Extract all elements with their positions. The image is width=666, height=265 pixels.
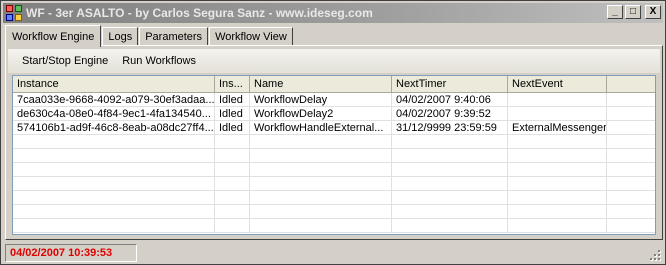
empty-row — [13, 205, 655, 219]
tab-parameters[interactable]: Parameters — [139, 27, 209, 46]
empty-row — [13, 191, 655, 205]
cell-next-timer: 31/12/9999 23:59:59 — [392, 121, 508, 134]
cell-next-event: ExternalMessenger — [508, 121, 607, 134]
column-header-filler — [607, 76, 655, 92]
tab-workflow-engine[interactable]: Workflow Engine — [5, 25, 102, 47]
cell-instance: 574106b1-ad9f-46c8-8eab-a08dc27ff4... — [13, 121, 215, 134]
cell-next-timer: 04/02/2007 9:39:52 — [392, 107, 508, 120]
start-stop-engine-button[interactable]: Start/Stop Engine — [15, 49, 115, 73]
run-workflows-button[interactable]: Run Workflows — [115, 49, 203, 73]
cell-status: Idled — [215, 121, 250, 134]
tab-logs[interactable]: Logs — [102, 27, 139, 46]
empty-row — [13, 149, 655, 163]
table-row[interactable]: 574106b1-ad9f-46c8-8eab-a08dc27ff4... Id… — [13, 121, 655, 135]
column-header-status[interactable]: Ins... — [215, 76, 250, 92]
column-header-name[interactable]: Name — [250, 76, 392, 92]
cell-status: Idled — [215, 93, 250, 106]
close-button[interactable]: X — [645, 5, 661, 19]
cell-name: WorkflowHandleExternal... — [250, 121, 392, 134]
title-bar[interactable]: WF - 3er ASALTO - by Carlos Segura Sanz … — [3, 3, 663, 23]
workflow-instances-grid[interactable]: Instance Ins... Name NextTimer NextEvent… — [12, 75, 656, 235]
cell-name: WorkflowDelay — [250, 93, 392, 106]
cell-status: Idled — [215, 107, 250, 120]
cell-next-event — [508, 107, 607, 120]
app-icon[interactable] — [6, 5, 22, 21]
maximize-button[interactable]: □ — [625, 5, 641, 19]
window-controls: _ □ X — [607, 5, 661, 19]
cell-filler — [607, 107, 655, 120]
main-window: WF - 3er ASALTO - by Carlos Segura Sanz … — [0, 0, 666, 265]
column-header-instance[interactable]: Instance — [13, 76, 215, 92]
empty-row — [13, 163, 655, 177]
cell-next-timer: 04/02/2007 9:40:06 — [392, 93, 508, 106]
cell-name: WorkflowDelay2 — [250, 107, 392, 120]
cell-instance: 7caa033e-9668-4092-a079-30ef3adaa... — [13, 93, 215, 106]
tab-strip: Workflow Engine Logs Parameters Workflow… — [5, 24, 294, 47]
resize-grip-icon[interactable] — [649, 249, 661, 261]
status-datetime: 04/02/2007 10:39:53 — [5, 244, 137, 262]
table-row[interactable]: 7caa033e-9668-4092-a079-30ef3adaa... Idl… — [13, 93, 655, 107]
cell-filler — [607, 121, 655, 134]
empty-row — [13, 177, 655, 191]
cell-filler — [607, 93, 655, 106]
status-bar: 04/02/2007 10:39:53 — [3, 243, 663, 263]
tab-workflow-view[interactable]: Workflow View — [209, 27, 293, 46]
column-header-next-timer[interactable]: NextTimer — [392, 76, 508, 92]
minimize-button[interactable]: _ — [607, 5, 623, 19]
workflow-engine-panel: Start/Stop Engine Run Workflows Instance… — [5, 45, 663, 240]
empty-row — [13, 135, 655, 149]
table-row[interactable]: de630c4a-08e0-4f84-9ec1-4fa134540... Idl… — [13, 107, 655, 121]
toolbar: Start/Stop Engine Run Workflows — [8, 49, 660, 73]
cell-next-event — [508, 93, 607, 106]
empty-row — [13, 219, 655, 233]
cell-instance: de630c4a-08e0-4f84-9ec1-4fa134540... — [13, 107, 215, 120]
column-header-next-event[interactable]: NextEvent — [508, 76, 607, 92]
grid-header: Instance Ins... Name NextTimer NextEvent — [13, 76, 655, 93]
window-title: WF - 3er ASALTO - by Carlos Segura Sanz … — [26, 6, 373, 20]
